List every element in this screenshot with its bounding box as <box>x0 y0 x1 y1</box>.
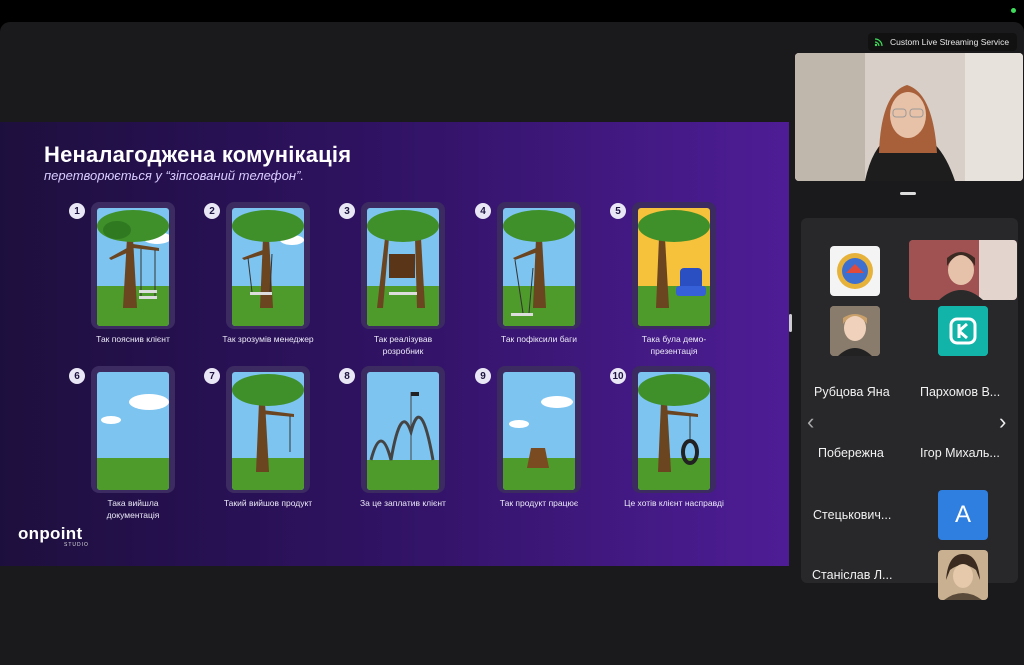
card-caption: Так пофіксили баги <box>501 334 577 344</box>
participants-panel: Рубцова Яна Пархомов В... ‹ › Побережна … <box>801 218 1018 600</box>
card-4 <box>497 202 581 329</box>
avatar[interactable]: A <box>938 490 988 540</box>
broadcast-icon <box>874 38 883 47</box>
avatar[interactable] <box>909 240 1017 300</box>
card-caption: Так пояснив клієнт <box>96 334 170 344</box>
card-caption: Так зрозумів менеджер <box>222 334 314 344</box>
avatar[interactable] <box>938 306 988 356</box>
panel-drag-handle[interactable] <box>900 192 916 195</box>
card-8 <box>361 366 445 493</box>
photo-avatar <box>830 306 880 356</box>
slide-subtitle: перетворюється у “зіпсований телефон”. <box>44 168 305 183</box>
tree-swing-illustration <box>367 208 439 326</box>
video-thumbnail <box>909 240 1017 300</box>
k-logo-icon <box>938 306 988 356</box>
avatar[interactable] <box>830 246 880 296</box>
shared-slide: Неналагоджена комунікація перетворюється… <box>0 122 789 566</box>
avatar[interactable] <box>938 550 988 600</box>
rollercoaster-illustration <box>367 372 439 490</box>
logo-badge-icon <box>837 253 873 289</box>
card-9 <box>497 366 581 493</box>
speaker-video-frame <box>795 53 1023 181</box>
empty-field-illustration <box>97 372 169 490</box>
tree-swing-illustration <box>638 208 710 326</box>
participant-name: Стецькович... <box>813 508 892 522</box>
card-number: 1 <box>69 203 85 219</box>
status-dot-icon <box>1011 8 1016 13</box>
card-number: 8 <box>339 368 355 384</box>
card-number: 5 <box>610 203 626 219</box>
card-number: 3 <box>339 203 355 219</box>
participant-name: Рубцова Яна <box>814 385 890 399</box>
card-number: 4 <box>475 203 491 219</box>
tree-stump-illustration <box>503 372 575 490</box>
tree-swing-illustration <box>232 208 304 326</box>
card-number: 9 <box>475 368 491 384</box>
card-caption: Така вийшла документація <box>106 498 160 520</box>
card-number: 10 <box>610 368 626 384</box>
tree-swing-illustration <box>503 208 575 326</box>
anime-avatar <box>938 550 988 600</box>
card-1 <box>91 202 175 329</box>
card-caption: Такий вийшов продукт <box>223 498 313 508</box>
participant-name: Пархомов В... <box>920 385 1001 399</box>
tire-swing-illustration <box>638 372 710 490</box>
onpoint-logo: onpoint STUDIO <box>18 524 89 548</box>
card-2 <box>226 202 310 329</box>
card-caption: Так реалізував розробник <box>373 334 433 356</box>
card-3 <box>361 202 445 329</box>
chevron-right-icon[interactable]: › <box>999 411 1006 433</box>
tree-swing-illustration <box>232 372 304 490</box>
card-caption: Це хотів клієнт насправді <box>624 498 724 508</box>
card-number: 7 <box>204 368 220 384</box>
participant-name: Станіслав Л... <box>812 568 893 582</box>
avatar[interactable] <box>830 306 880 356</box>
card-6 <box>91 366 175 493</box>
speaker-video[interactable] <box>795 53 1023 181</box>
card-7 <box>226 366 310 493</box>
slide-title: Неналагоджена комунікація <box>44 142 352 167</box>
stream-badge[interactable]: Custom Live Streaming Service <box>868 33 1018 51</box>
card-10 <box>632 366 716 493</box>
card-number: 2 <box>204 203 220 219</box>
card-5 <box>632 202 716 329</box>
card-caption: За це заплатив клієнт <box>360 498 446 508</box>
card-caption: Так продукт працює <box>499 498 579 508</box>
tree-swing-illustration <box>97 208 169 326</box>
resize-handle[interactable] <box>789 314 792 332</box>
participant-name: Ігор Михаль... <box>920 446 1000 460</box>
card-caption: Така була демо-презентація <box>641 334 707 356</box>
participant-name: Побережна <box>818 446 884 460</box>
card-number: 6 <box>69 368 85 384</box>
chevron-left-icon[interactable]: ‹ <box>807 411 814 433</box>
stream-label: Custom Live Streaming Service <box>890 37 1010 47</box>
